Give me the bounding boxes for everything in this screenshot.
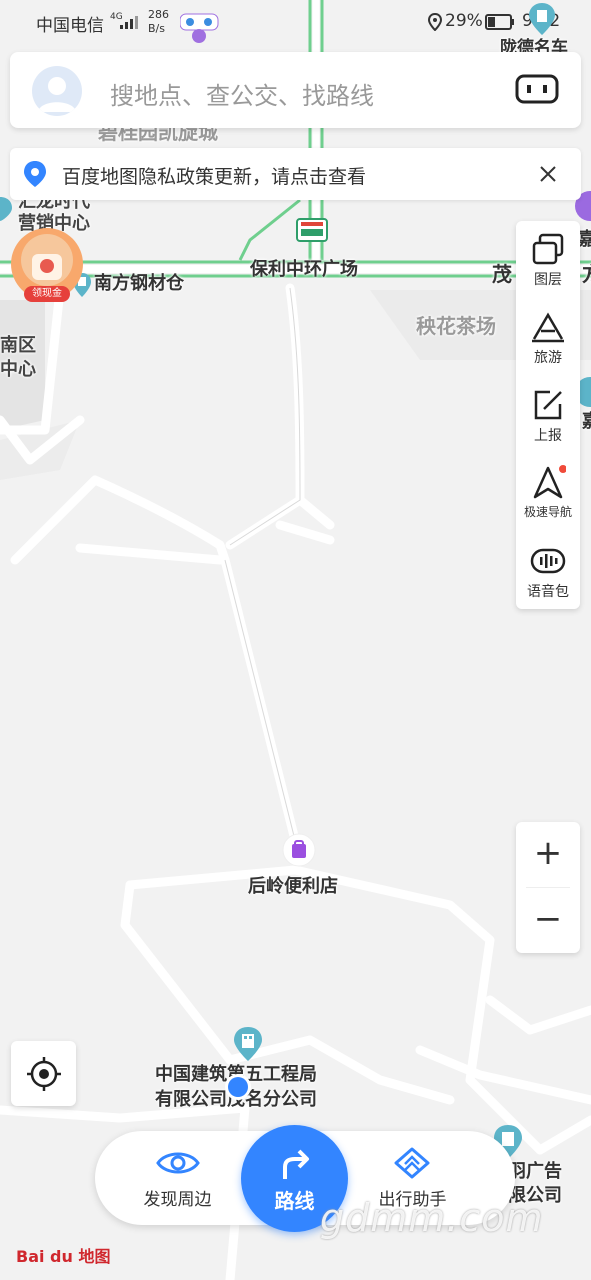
poi-label-south-area-1[interactable]: 南区 (0, 334, 36, 358)
layers-icon (530, 231, 566, 267)
app-notification-icon (179, 10, 220, 49)
location-status-icon (427, 12, 443, 36)
poi-label-south-area-2[interactable]: 中心 (0, 358, 36, 382)
poi-label-mao-2[interactable]: 方 (582, 262, 591, 286)
carrier-label: 中国电信 (36, 16, 104, 36)
data-speed: 286 B/s (148, 8, 169, 35)
close-icon[interactable] (538, 164, 558, 188)
location-pin-icon (22, 160, 48, 192)
tool-travel[interactable]: 旅游 (516, 299, 580, 377)
tool-fast-navigation[interactable]: 极速导航 (516, 455, 580, 533)
privacy-notice[interactable]: 百度地图隐私政策更新，请点击查看 (10, 148, 581, 200)
discover-nearby-button[interactable]: 发现周边 (125, 1131, 230, 1225)
building-poi-icon[interactable] (232, 1026, 264, 1066)
tool-label: 语音包 (527, 584, 569, 600)
poi-label-steel-warehouse[interactable]: 南方钢材仓 (94, 272, 184, 296)
poi-label-tea-farm[interactable]: 秧花茶场 (416, 314, 496, 338)
scan-icon[interactable] (515, 74, 559, 108)
zoom-out-button[interactable]: − (516, 888, 580, 953)
route-arrow-icon (277, 1147, 313, 1185)
building-poi-icon[interactable] (527, 2, 557, 40)
convenience-store-icon[interactable] (282, 833, 316, 873)
navigation-icon (530, 465, 567, 501)
report-icon (530, 387, 566, 423)
battery-icon (485, 14, 515, 35)
poi-label-mao[interactable]: 茂 (492, 262, 512, 286)
tool-label: 上报 (534, 428, 562, 444)
tool-voice-pack[interactable]: 语音包 (516, 533, 580, 611)
zoom-controls: + − (516, 822, 580, 953)
poi-label-right-edge-2[interactable]: 嘉 (582, 410, 591, 434)
battery-percent: 29% (445, 11, 483, 31)
assistant-icon (394, 1147, 430, 1183)
voice-pack-icon (530, 543, 566, 579)
current-location-marker (224, 1073, 252, 1105)
building-poi-icon[interactable] (0, 196, 14, 226)
travel-icon (530, 309, 566, 345)
watermark: gdmm.com (320, 1196, 544, 1240)
locate-me-button[interactable] (11, 1041, 76, 1106)
tool-label: 极速导航 (523, 505, 572, 519)
promo-red-packet[interactable]: 领现金 (10, 228, 84, 302)
promo-badge: 领现金 (24, 286, 70, 302)
signal-icon (120, 14, 138, 34)
poi-label-poli-plaza[interactable]: 保利中环广场 (250, 258, 358, 282)
notice-text[interactable]: 百度地图隐私政策更新，请点击查看 (62, 162, 366, 189)
map-tool-panel: 图层 旅游 上报 极速导航 语音包 (516, 221, 580, 609)
tool-label: 旅游 (534, 350, 562, 366)
zoom-in-button[interactable]: + (516, 822, 580, 887)
baidu-map-logo: Bai du 地图 (16, 1243, 110, 1267)
search-bar[interactable]: 搜地点、查公交、找路线 (10, 52, 581, 128)
tool-layers[interactable]: 图层 (516, 221, 580, 299)
eye-icon (156, 1147, 200, 1183)
discover-label: 发现周边 (143, 1190, 212, 1210)
search-input[interactable]: 搜地点、查公交、找路线 (110, 76, 374, 111)
bus-station-icon[interactable] (296, 218, 328, 246)
logo-text: Bai du 地图 (16, 1247, 111, 1266)
locate-icon (27, 1057, 61, 1095)
user-avatar[interactable] (32, 66, 82, 116)
poi-label-convenience-store[interactable]: 后岭便利店 (248, 875, 338, 899)
tool-label: 图层 (534, 272, 562, 288)
tool-report[interactable]: 上报 (516, 377, 580, 455)
